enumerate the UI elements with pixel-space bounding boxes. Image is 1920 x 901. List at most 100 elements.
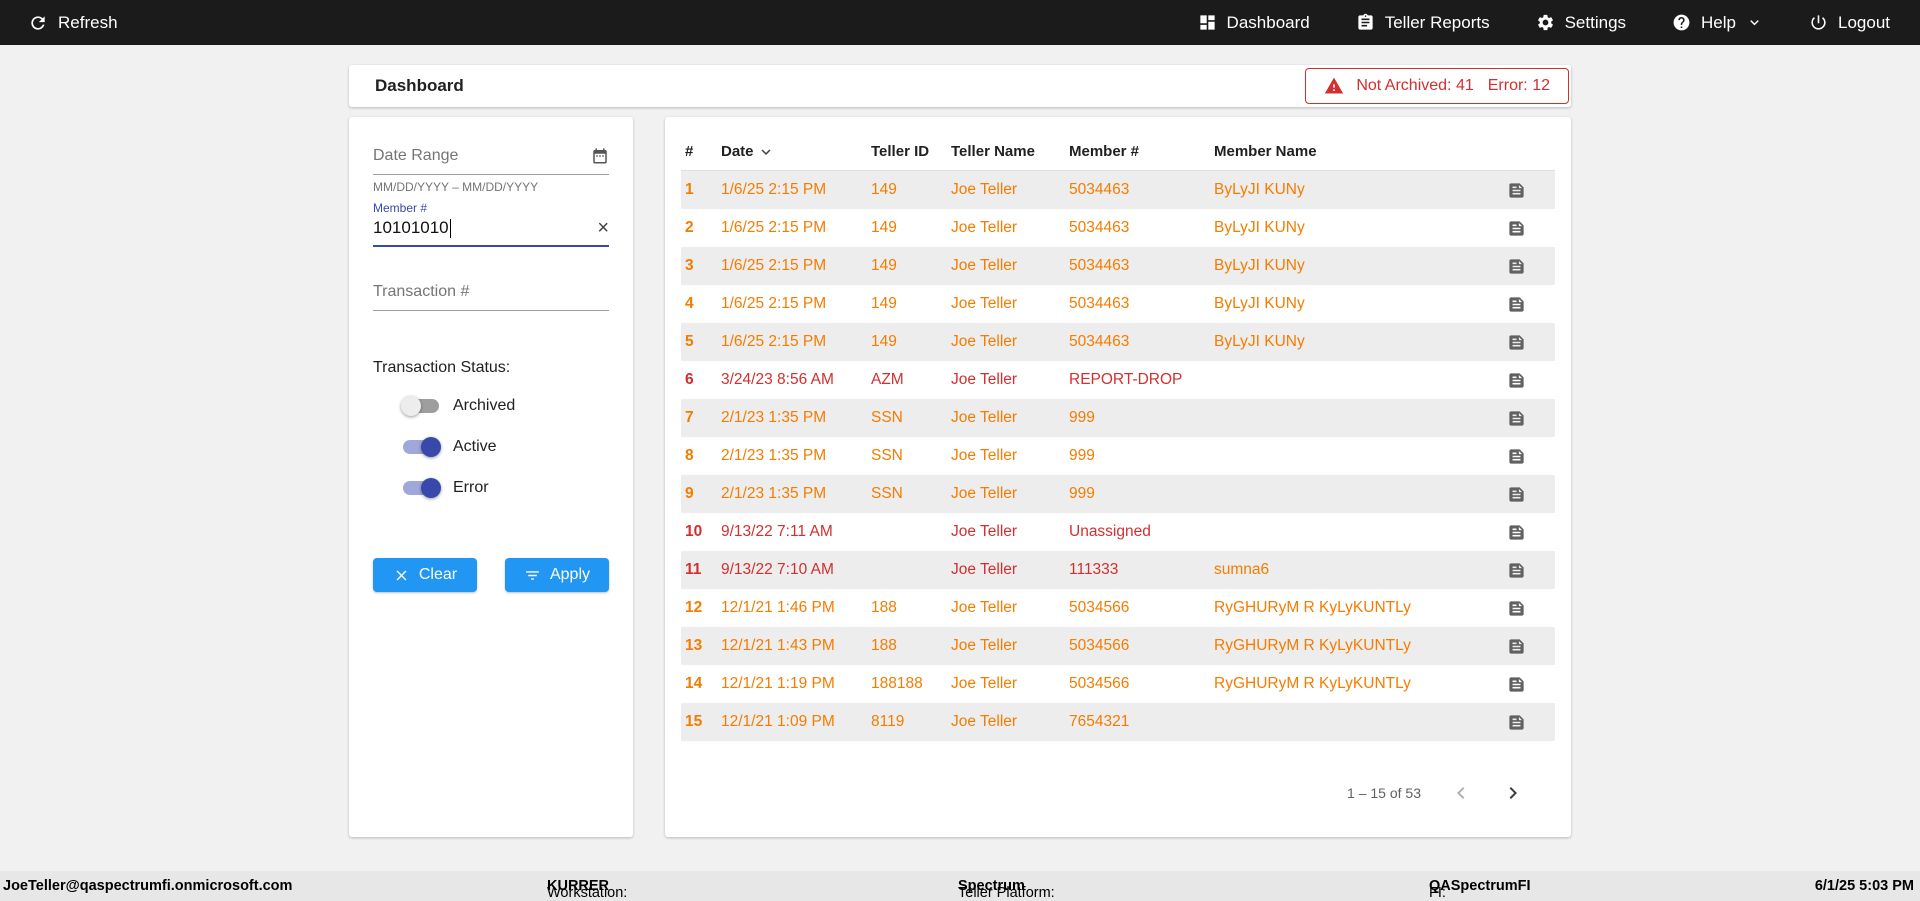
table-row[interactable]: 15 12/1/21 1:09 PM 8119 Joe Teller 76543… <box>681 703 1555 741</box>
table-row[interactable]: 9 2/1/23 1:35 PM SSN Joe Teller 999 <box>681 475 1555 513</box>
clear-member-icon[interactable]: × <box>597 218 609 238</box>
memo-icon[interactable] <box>1507 599 1526 618</box>
column-header-date-label: Date <box>721 143 754 160</box>
cell-row-number: 14 <box>681 675 721 693</box>
cell-memo <box>1485 333 1555 352</box>
cell-member-name: ByLyJI KUNy <box>1214 295 1485 313</box>
cell-date: 1/6/25 2:15 PM <box>721 333 871 351</box>
nav-settings[interactable]: Settings <box>1536 13 1626 33</box>
cell-row-number: 11 <box>681 561 721 579</box>
clear-button[interactable]: Clear <box>373 558 477 592</box>
cell-date: 1/6/25 2:15 PM <box>721 295 871 313</box>
cell-member-name: RyGHURyM R KyLyKUNTLy <box>1214 599 1485 617</box>
topbar-nav: Dashboard Teller Reports Settings Help <box>1198 13 1890 33</box>
cell-memo <box>1485 561 1555 580</box>
table-body: 1 1/6/25 2:15 PM 149 Joe Teller 5034463 … <box>681 171 1555 741</box>
memo-icon[interactable] <box>1507 181 1526 200</box>
table-row[interactable]: 2 1/6/25 2:15 PM 149 Joe Teller 5034463 … <box>681 209 1555 247</box>
cell-teller-name: Joe Teller <box>951 447 1069 465</box>
cell-member-number: 5034463 <box>1069 333 1214 351</box>
status-toggle[interactable] <box>403 440 439 454</box>
cell-date: 12/1/21 1:19 PM <box>721 675 871 693</box>
column-header-date[interactable]: Date <box>721 143 871 161</box>
table-row[interactable]: 12 12/1/21 1:46 PM 188 Joe Teller 503456… <box>681 589 1555 627</box>
reports-icon <box>1356 13 1375 32</box>
previous-page-icon[interactable] <box>1449 781 1473 805</box>
apply-button[interactable]: Apply <box>505 558 609 592</box>
cell-teller-id: 188 <box>871 599 951 617</box>
memo-icon[interactable] <box>1507 523 1526 542</box>
nav-teller-reports[interactable]: Teller Reports <box>1356 13 1490 33</box>
cell-date: 2/1/23 1:35 PM <box>721 485 871 503</box>
refresh-icon <box>28 13 48 33</box>
memo-icon[interactable] <box>1507 333 1526 352</box>
content: Date Range MM/DD/YYYY – MM/DD/YYYY Membe… <box>349 117 1571 837</box>
cell-date: 2/1/23 1:35 PM <box>721 447 871 465</box>
cell-row-number: 7 <box>681 409 721 427</box>
dashboard-icon <box>1198 13 1217 32</box>
memo-icon[interactable] <box>1507 295 1526 314</box>
cell-memo <box>1485 713 1555 732</box>
cell-teller-id: 149 <box>871 219 951 237</box>
cell-date: 9/13/22 7:11 AM <box>721 523 871 541</box>
cell-teller-name: Joe Teller <box>951 713 1069 731</box>
table-row[interactable]: 8 2/1/23 1:35 PM SSN Joe Teller 999 <box>681 437 1555 475</box>
table-row[interactable]: 4 1/6/25 2:15 PM 149 Joe Teller 5034463 … <box>681 285 1555 323</box>
date-range-format-hint: MM/DD/YYYY – MM/DD/YYYY <box>373 180 609 194</box>
date-range-input[interactable]: Date Range <box>373 147 609 175</box>
not-archived-count: Not Archived: 41 <box>1356 77 1473 95</box>
status-toggle[interactable] <box>403 481 439 495</box>
table-row[interactable]: 5 1/6/25 2:15 PM 149 Joe Teller 5034463 … <box>681 323 1555 361</box>
table-row[interactable]: 10 9/13/22 7:11 AM Joe Teller Unassigned <box>681 513 1555 551</box>
cell-memo <box>1485 447 1555 466</box>
transaction-input[interactable]: Transaction # <box>373 283 609 311</box>
next-page-icon[interactable] <box>1501 781 1525 805</box>
table-row[interactable]: 13 12/1/21 1:43 PM 188 Joe Teller 503456… <box>681 627 1555 665</box>
page-header: Dashboard Not Archived: 41 Error: 12 <box>349 65 1571 107</box>
column-header-number: # <box>681 143 721 160</box>
memo-icon[interactable] <box>1507 561 1526 580</box>
member-input-value: 10101010 <box>373 218 449 237</box>
nav-help-label: Help <box>1701 13 1736 33</box>
cell-teller-id: AZM <box>871 371 951 389</box>
table-row[interactable]: 14 12/1/21 1:19 PM 188188 Joe Teller 503… <box>681 665 1555 703</box>
nav-dashboard[interactable]: Dashboard <box>1198 13 1310 33</box>
table-row[interactable]: 11 9/13/22 7:10 AM Joe Teller 111333 sum… <box>681 551 1555 589</box>
cell-teller-id: 149 <box>871 333 951 351</box>
nav-logout[interactable]: Logout <box>1809 13 1890 33</box>
cell-teller-id: SSN <box>871 409 951 427</box>
memo-icon[interactable] <box>1507 447 1526 466</box>
cell-teller-name: Joe Teller <box>951 371 1069 389</box>
chevron-down-icon <box>1746 14 1763 31</box>
date-range-placeholder: Date Range <box>373 147 458 165</box>
cell-member-number: 7654321 <box>1069 713 1214 731</box>
memo-icon[interactable] <box>1507 257 1526 276</box>
memo-icon[interactable] <box>1507 371 1526 390</box>
memo-icon[interactable] <box>1507 637 1526 656</box>
table-row[interactable]: 6 3/24/23 8:56 AM AZM Joe Teller REPORT-… <box>681 361 1555 399</box>
cell-teller-name: Joe Teller <box>951 333 1069 351</box>
calendar-icon[interactable] <box>591 147 609 165</box>
table-row[interactable]: 1 1/6/25 2:15 PM 149 Joe Teller 5034463 … <box>681 171 1555 209</box>
table-row[interactable]: 3 1/6/25 2:15 PM 149 Joe Teller 5034463 … <box>681 247 1555 285</box>
cell-teller-id: SSN <box>871 447 951 465</box>
cell-teller-name: Joe Teller <box>951 485 1069 503</box>
memo-icon[interactable] <box>1507 713 1526 732</box>
cell-date: 9/13/22 7:10 AM <box>721 561 871 579</box>
nav-help[interactable]: Help <box>1672 13 1763 33</box>
memo-icon[interactable] <box>1507 219 1526 238</box>
current-datetime: 6/1/25 5:03 PM <box>1815 878 1914 894</box>
status-toggle[interactable] <box>403 399 439 413</box>
warning-icon <box>1324 76 1344 96</box>
table-row[interactable]: 7 2/1/23 1:35 PM SSN Joe Teller 999 <box>681 399 1555 437</box>
memo-icon[interactable] <box>1507 675 1526 694</box>
member-input[interactable]: 10101010 × <box>373 218 609 247</box>
cell-member-number: 5034566 <box>1069 637 1214 655</box>
memo-icon[interactable] <box>1507 409 1526 428</box>
cell-row-number: 10 <box>681 523 721 541</box>
toggle-thumb <box>421 478 441 498</box>
memo-icon[interactable] <box>1507 485 1526 504</box>
refresh-button[interactable]: Refresh <box>28 13 118 33</box>
cell-member-number: 5034566 <box>1069 675 1214 693</box>
cell-row-number: 3 <box>681 257 721 275</box>
